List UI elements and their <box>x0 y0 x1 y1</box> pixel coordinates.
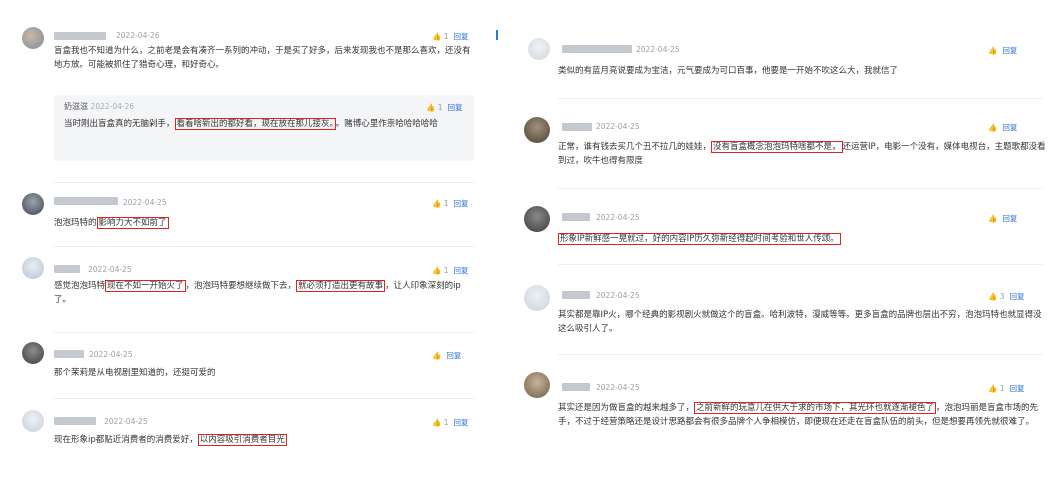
reply-button[interactable]: 回复 <box>1010 292 1025 301</box>
username-blurred[interactable] <box>562 123 592 131</box>
comment-text: 正常，谁有钱去买几个丑不拉几的娃娃， 没有盲盒概念泡泡玛特啥都不是， 还运营IP，电… <box>558 141 1046 166</box>
like-reply-actions[interactable]: 👍 回复 <box>988 213 1017 224</box>
avatar[interactable] <box>524 117 550 143</box>
like-count: 1 <box>443 32 449 41</box>
avatar[interactable] <box>524 206 550 232</box>
separator <box>558 188 1043 189</box>
separator <box>54 182 474 183</box>
like-reply-actions[interactable]: 👍 回复 <box>432 350 461 361</box>
comment-text: 类似的有蓝月亮说要成为宝洁，元气要成为可口百事，他要是一开始不吹这么大，我就信了 <box>558 66 899 76</box>
username-blurred[interactable] <box>54 265 80 273</box>
username-blurred[interactable] <box>562 45 632 53</box>
highlighted-text: 影响力大不如前了 <box>96 217 169 229</box>
comment-text: 泡泡玛特的 影响力大不如前了 <box>54 217 169 229</box>
username-blurred[interactable] <box>562 213 590 221</box>
thumbs-up-icon[interactable]: 👍 <box>426 103 435 112</box>
highlighted-text: 以内容吸引消费者目光 <box>197 434 287 446</box>
reply-button[interactable]: 回复 <box>454 418 469 427</box>
comment-date: 2022-04-25 <box>104 417 148 426</box>
username-blurred[interactable] <box>54 197 118 205</box>
comment-text: 形象IP新鲜感一晃就过，好的内容IP历久弥新经得起时间考验和世人传颂。 <box>558 233 1043 247</box>
highlighted-text: 形象IP新鲜感一晃就过，好的内容IP历久弥新经得起时间考验和世人传颂。 <box>558 233 841 245</box>
comment-text: 那个茉莉是从电视剧里知道的，还挺可爱的 <box>54 368 216 378</box>
separator <box>558 98 1043 99</box>
thumbs-up-icon[interactable]: 👍 <box>988 46 997 55</box>
scroll-indicator <box>496 30 498 40</box>
reply-button[interactable]: 回复 <box>454 199 469 208</box>
like-reply-actions[interactable]: 👍 1 回复 <box>988 383 1025 394</box>
avatar[interactable] <box>22 257 44 279</box>
username-blurred[interactable] <box>562 383 590 391</box>
thumbs-up-icon[interactable]: 👍 <box>432 199 441 208</box>
highlighted-text: 现在不如一开始火了 <box>105 280 186 292</box>
thumbs-up-icon[interactable]: 👍 <box>432 32 441 41</box>
thumbs-up-icon[interactable]: 👍 <box>432 418 441 427</box>
highlighted-text: 就必须打造出更有故事 <box>296 280 386 292</box>
separator <box>558 264 1043 265</box>
thumbs-up-icon[interactable]: 👍 <box>432 351 441 360</box>
like-reply-actions[interactable]: 👍 1 回复 <box>432 31 469 42</box>
like-reply-actions[interactable]: 👍 回复 <box>988 45 1017 56</box>
like-reply-actions[interactable]: 👍 1 回复 <box>432 198 469 209</box>
reply-button[interactable]: 回复 <box>1002 214 1017 223</box>
thumbs-up-icon[interactable]: 👍 <box>988 123 997 132</box>
username-blurred[interactable] <box>54 417 96 425</box>
reply-button[interactable]: 回复 <box>454 32 469 41</box>
comment-date: 2022-04-25 <box>88 265 132 274</box>
username-blurred[interactable] <box>562 291 590 299</box>
avatar[interactable] <box>22 27 44 49</box>
avatar[interactable] <box>22 342 44 364</box>
like-reply-actions[interactable]: 👍 1 回复 <box>432 265 469 276</box>
comment-date: 2022-04-25 <box>636 45 680 54</box>
separator <box>558 354 1043 355</box>
comment-date: 2022-04-25 <box>89 350 133 359</box>
reply-button[interactable]: 回复 <box>1010 384 1025 393</box>
comment-text: 其实都是靠IP火，哪个经典的影视剧火就做这个的盲盒。哈利波特，漫威等等。更多盲盒… <box>558 310 1042 334</box>
highlighted-text: 看着啥新出的都好看，现在放在那儿接灰。 <box>174 118 336 130</box>
comment-date: 2022-04-25 <box>596 213 640 222</box>
thumbs-up-icon[interactable]: 👍 <box>988 292 997 301</box>
like-reply-actions[interactable]: 👍 1 回复 <box>432 417 469 428</box>
comment-date: 2022-04-25 <box>123 198 167 207</box>
highlighted-text: 之前新鲜的玩意儿在供大于求的市场下，其光环也就逐渐褪色了 <box>694 402 937 414</box>
thumbs-up-icon[interactable]: 👍 <box>988 384 997 393</box>
comment-text: 其实还是因为做盲盒的越来越多了， 之前新鲜的玩意儿在供大于求的市场下，其光环也就逐… <box>558 402 1039 427</box>
comment-date: 2022-04-26 <box>116 31 160 40</box>
comment-date: 2022-04-25 <box>596 291 640 300</box>
reply-button[interactable]: 回复 <box>1002 123 1017 132</box>
reply-button[interactable]: 回复 <box>446 351 461 360</box>
separator <box>54 332 474 333</box>
reply-username[interactable]: 奶滋滋 2022-04-26 <box>64 100 134 114</box>
like-reply-actions[interactable]: 👍 1 回复 <box>426 102 463 113</box>
reply-text: 当时刚出盲盒真的无脑剁手， 看着啥新出的都好看，现在放在那儿接灰。 。赌博心里作祟哈… <box>64 118 438 130</box>
thumbs-up-icon[interactable]: 👍 <box>988 214 997 223</box>
avatar[interactable] <box>22 410 44 432</box>
comment-text: 现在形象ip都贴近消费者的消费爱好， 以内容吸引消费者目光 <box>54 434 287 446</box>
username-blurred[interactable] <box>54 32 106 40</box>
username-blurred[interactable] <box>54 350 84 358</box>
like-reply-actions[interactable]: 👍 3 回复 <box>988 291 1025 302</box>
like-reply-actions[interactable]: 👍 回复 <box>988 122 1017 133</box>
avatar[interactable] <box>524 372 550 398</box>
avatar[interactable] <box>524 285 550 311</box>
avatar[interactable] <box>528 38 550 60</box>
reply-button[interactable]: 回复 <box>1002 46 1017 55</box>
comment-text: 盲盒我也不知道为什么，之前老是会有凑齐一系列的冲动，于是买了好多，后来发现我也不… <box>54 46 471 70</box>
comment-date: 2022-04-25 <box>596 383 640 392</box>
thumbs-up-icon[interactable]: 👍 <box>432 266 441 275</box>
comment-text: 感觉泡泡玛特 现在不如一开始火了 ，泡泡玛特要想继续做下去， 就必须打造出更有故事 ，让… <box>54 280 461 305</box>
reply-button[interactable]: 回复 <box>454 266 469 275</box>
highlighted-text: 没有盲盒概念泡泡玛特啥都不是， <box>711 141 843 153</box>
separator <box>54 398 474 399</box>
reply-button[interactable]: 回复 <box>448 103 463 112</box>
separator <box>54 246 474 247</box>
avatar[interactable] <box>22 193 44 215</box>
comment-date: 2022-04-25 <box>596 122 640 131</box>
